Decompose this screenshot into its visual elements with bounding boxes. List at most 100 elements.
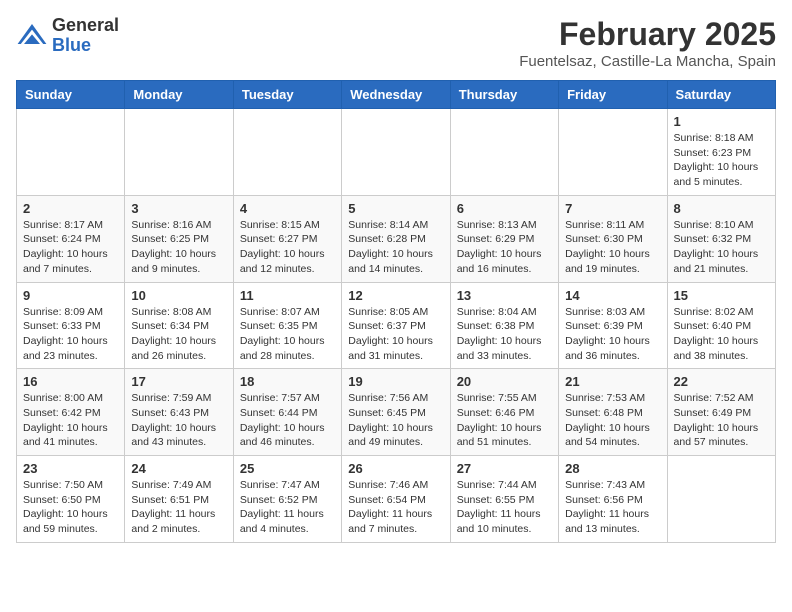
calendar-table: SundayMondayTuesdayWednesdayThursdayFrid… bbox=[16, 80, 776, 543]
weekday-header-monday: Monday bbox=[125, 81, 233, 109]
day-info: Sunrise: 8:03 AM Sunset: 6:39 PM Dayligh… bbox=[565, 305, 660, 364]
calendar-cell: 10Sunrise: 8:08 AM Sunset: 6:34 PM Dayli… bbox=[125, 282, 233, 369]
calendar-cell: 20 Sunrise: 7:55 AM Sunset: 6:46 PM Dayli… bbox=[450, 369, 558, 456]
day-number: 24 bbox=[131, 461, 226, 476]
day-number: 3 bbox=[131, 201, 226, 216]
calendar-cell: 12 Sunrise: 8:05 AM Sunset: 6:37 PM Dayli… bbox=[342, 282, 450, 369]
weekday-header-tuesday: Tuesday bbox=[233, 81, 341, 109]
calendar-cell: 27 Sunrise: 7:44 AM Sunset: 6:55 PM Dayli… bbox=[450, 456, 558, 543]
calendar-cell: 13 Sunrise: 8:04 AM Sunset: 6:38 PM Dayli… bbox=[450, 282, 558, 369]
calendar-cell: 25 Sunrise: 7:47 AM Sunset: 6:52 PM Dayli… bbox=[233, 456, 341, 543]
day-number: 25 bbox=[240, 461, 335, 476]
day-info: Sunrise: 8:08 AM Sunset: 6:34 PM Dayligh… bbox=[131, 305, 226, 364]
day-info: Sunrise: 7:53 AM Sunset: 6:48 PM Dayligh… bbox=[565, 391, 660, 450]
calendar-cell bbox=[233, 109, 341, 196]
day-info: Sunrise: 8:00 AM Sunset: 6:42 PM Dayligh… bbox=[23, 391, 118, 450]
day-number: 11 bbox=[240, 288, 335, 303]
calendar-cell: 26 Sunrise: 7:46 AM Sunset: 6:54 PM Dayli… bbox=[342, 456, 450, 543]
calendar-cell bbox=[667, 456, 775, 543]
weekday-header-wednesday: Wednesday bbox=[342, 81, 450, 109]
calendar-cell: 28 Sunrise: 7:43 AM Sunset: 6:56 PM Dayli… bbox=[559, 456, 667, 543]
calendar-cell bbox=[450, 109, 558, 196]
day-number: 21 bbox=[565, 374, 660, 389]
calendar-cell: 1 Sunrise: 8:18 AM Sunset: 6:23 PM Daylig… bbox=[667, 109, 775, 196]
day-number: 9 bbox=[23, 288, 118, 303]
day-info: Sunrise: 8:18 AM Sunset: 6:23 PM Dayligh… bbox=[674, 131, 769, 190]
day-info: Sunrise: 7:55 AM Sunset: 6:46 PM Dayligh… bbox=[457, 391, 552, 450]
day-number: 20 bbox=[457, 374, 552, 389]
page-header: General Blue February 2025 Fuentelsaz, C… bbox=[16, 16, 776, 70]
day-number: 19 bbox=[348, 374, 443, 389]
calendar-cell: 18 Sunrise: 7:57 AM Sunset: 6:44 PM Dayli… bbox=[233, 369, 341, 456]
logo-icon bbox=[16, 20, 48, 52]
day-number: 16 bbox=[23, 374, 118, 389]
day-number: 23 bbox=[23, 461, 118, 476]
weekday-header-saturday: Saturday bbox=[667, 81, 775, 109]
calendar-cell: 4 Sunrise: 8:15 AM Sunset: 6:27 PM Daylig… bbox=[233, 195, 341, 282]
month-title: February 2025 bbox=[519, 16, 776, 53]
calendar-cell bbox=[17, 109, 125, 196]
day-number: 2 bbox=[23, 201, 118, 216]
day-number: 4 bbox=[240, 201, 335, 216]
day-info: Sunrise: 8:05 AM Sunset: 6:37 PM Dayligh… bbox=[348, 305, 443, 364]
week-row-1: 1 Sunrise: 8:18 AM Sunset: 6:23 PM Daylig… bbox=[17, 109, 776, 196]
calendar-cell: 22 Sunrise: 7:52 AM Sunset: 6:49 PM Dayli… bbox=[667, 369, 775, 456]
day-number: 5 bbox=[348, 201, 443, 216]
day-info: Sunrise: 7:56 AM Sunset: 6:45 PM Dayligh… bbox=[348, 391, 443, 450]
day-number: 18 bbox=[240, 374, 335, 389]
calendar-cell: 14 Sunrise: 8:03 AM Sunset: 6:39 PM Dayli… bbox=[559, 282, 667, 369]
day-info: Sunrise: 7:43 AM Sunset: 6:56 PM Dayligh… bbox=[565, 478, 660, 537]
weekday-header-friday: Friday bbox=[559, 81, 667, 109]
calendar-cell: 24Sunrise: 7:49 AM Sunset: 6:51 PM Dayli… bbox=[125, 456, 233, 543]
day-number: 27 bbox=[457, 461, 552, 476]
calendar-cell: 3 Sunrise: 8:16 AM Sunset: 6:25 PM Daylig… bbox=[125, 195, 233, 282]
calendar-cell: 16 Sunrise: 8:00 AM Sunset: 6:42 PM Dayli… bbox=[17, 369, 125, 456]
day-info: Sunrise: 7:47 AM Sunset: 6:52 PM Dayligh… bbox=[240, 478, 335, 537]
day-info: Sunrise: 7:46 AM Sunset: 6:54 PM Dayligh… bbox=[348, 478, 443, 537]
day-number: 28 bbox=[565, 461, 660, 476]
day-info: Sunrise: 8:15 AM Sunset: 6:27 PM Dayligh… bbox=[240, 218, 335, 277]
day-info: Sunrise: 8:10 AM Sunset: 6:32 PM Dayligh… bbox=[674, 218, 769, 277]
day-info: Sunrise: 8:14 AM Sunset: 6:28 PM Dayligh… bbox=[348, 218, 443, 277]
day-number: 12 bbox=[348, 288, 443, 303]
day-number: 14 bbox=[565, 288, 660, 303]
title-block: February 2025 Fuentelsaz, Castille-La Ma… bbox=[519, 16, 776, 70]
day-info: Sunrise: 7:59 AM Sunset: 6:43 PM Dayligh… bbox=[131, 391, 226, 450]
calendar-cell: 11 Sunrise: 8:07 AM Sunset: 6:35 PM Dayli… bbox=[233, 282, 341, 369]
logo: General Blue bbox=[16, 16, 119, 56]
logo-blue: Blue bbox=[52, 35, 91, 55]
day-number: 22 bbox=[674, 374, 769, 389]
weekday-header-thursday: Thursday bbox=[450, 81, 558, 109]
week-row-5: 23Sunrise: 7:50 AM Sunset: 6:50 PM Dayli… bbox=[17, 456, 776, 543]
day-info: Sunrise: 7:57 AM Sunset: 6:44 PM Dayligh… bbox=[240, 391, 335, 450]
calendar-cell: 17Sunrise: 7:59 AM Sunset: 6:43 PM Dayli… bbox=[125, 369, 233, 456]
day-info: Sunrise: 8:17 AM Sunset: 6:24 PM Dayligh… bbox=[23, 218, 118, 277]
day-info: Sunrise: 8:16 AM Sunset: 6:25 PM Dayligh… bbox=[131, 218, 226, 277]
day-info: Sunrise: 7:44 AM Sunset: 6:55 PM Dayligh… bbox=[457, 478, 552, 537]
calendar-cell: 19 Sunrise: 7:56 AM Sunset: 6:45 PM Dayli… bbox=[342, 369, 450, 456]
day-number: 13 bbox=[457, 288, 552, 303]
weekday-header-row: SundayMondayTuesdayWednesdayThursdayFrid… bbox=[17, 81, 776, 109]
day-number: 26 bbox=[348, 461, 443, 476]
day-info: Sunrise: 8:13 AM Sunset: 6:29 PM Dayligh… bbox=[457, 218, 552, 277]
day-number: 15 bbox=[674, 288, 769, 303]
calendar-cell bbox=[559, 109, 667, 196]
calendar-cell bbox=[342, 109, 450, 196]
calendar-cell: 5 Sunrise: 8:14 AM Sunset: 6:28 PM Daylig… bbox=[342, 195, 450, 282]
day-number: 1 bbox=[674, 114, 769, 129]
calendar-cell: 23Sunrise: 7:50 AM Sunset: 6:50 PM Dayli… bbox=[17, 456, 125, 543]
day-number: 8 bbox=[674, 201, 769, 216]
day-number: 7 bbox=[565, 201, 660, 216]
weekday-header-sunday: Sunday bbox=[17, 81, 125, 109]
day-info: Sunrise: 7:52 AM Sunset: 6:49 PM Dayligh… bbox=[674, 391, 769, 450]
calendar-cell: 21 Sunrise: 7:53 AM Sunset: 6:48 PM Dayli… bbox=[559, 369, 667, 456]
day-info: Sunrise: 8:07 AM Sunset: 6:35 PM Dayligh… bbox=[240, 305, 335, 364]
calendar-cell: 15Sunrise: 8:02 AM Sunset: 6:40 PM Dayli… bbox=[667, 282, 775, 369]
calendar-cell: 2 Sunrise: 8:17 AM Sunset: 6:24 PM Daylig… bbox=[17, 195, 125, 282]
logo-general: General bbox=[52, 15, 119, 35]
calendar-cell: 7Sunrise: 8:11 AM Sunset: 6:30 PM Daylig… bbox=[559, 195, 667, 282]
day-info: Sunrise: 8:09 AM Sunset: 6:33 PM Dayligh… bbox=[23, 305, 118, 364]
day-info: Sunrise: 8:04 AM Sunset: 6:38 PM Dayligh… bbox=[457, 305, 552, 364]
logo-text: General Blue bbox=[52, 16, 119, 56]
day-number: 6 bbox=[457, 201, 552, 216]
